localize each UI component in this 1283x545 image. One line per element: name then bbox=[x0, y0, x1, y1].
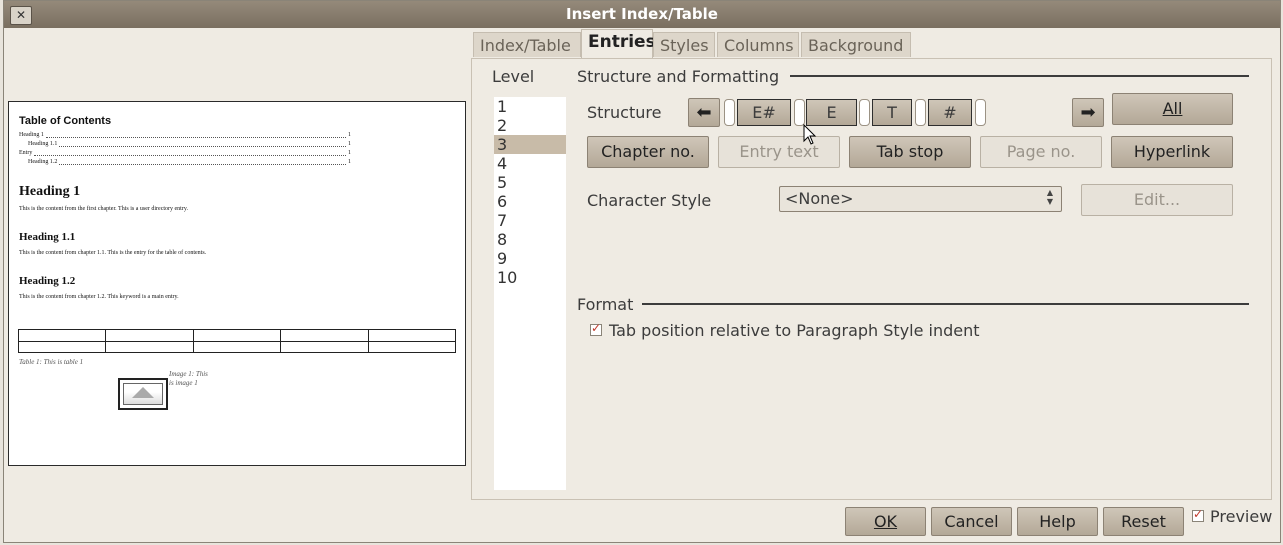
tab-stop-button[interactable]: Tab stop bbox=[849, 136, 971, 168]
structure-gap-field[interactable] bbox=[724, 99, 735, 126]
entry-text-button[interactable]: Entry text bbox=[718, 136, 840, 168]
cancel-button[interactable]: Cancel bbox=[931, 507, 1012, 536]
level-item[interactable]: 8 bbox=[494, 230, 566, 249]
structure-gap-field[interactable] bbox=[859, 99, 870, 126]
preview-para-1-2: This is the content from chapter 1.2. Th… bbox=[19, 294, 179, 300]
character-style-value: <None> bbox=[785, 189, 854, 208]
preview-heading-1-1: Heading 1.1 bbox=[19, 231, 76, 243]
preview-table bbox=[17, 329, 457, 353]
tab-index-table[interactable]: Index/Table bbox=[473, 32, 581, 57]
all-button[interactable]: All bbox=[1112, 93, 1233, 125]
tab-background[interactable]: Background bbox=[801, 32, 911, 57]
tab-position-checkbox[interactable] bbox=[590, 321, 602, 336]
preview-image-caption: Image 1: This is image 1 bbox=[169, 370, 208, 387]
preview-para-1-1: This is the content from chapter 1.1. Th… bbox=[19, 250, 207, 256]
level-item[interactable]: 5 bbox=[494, 173, 566, 192]
titlebar: ✕ Insert Index/Table bbox=[4, 1, 1280, 28]
structure-section-title: Structure and Formatting bbox=[577, 67, 780, 86]
mouse-cursor-icon bbox=[803, 124, 817, 145]
entry-chip-tab[interactable]: T bbox=[872, 99, 912, 126]
level-item[interactable]: 7 bbox=[494, 211, 566, 230]
structure-gap-field[interactable] bbox=[975, 99, 986, 126]
preview-checkbox[interactable] bbox=[1192, 507, 1204, 522]
preview-toc-title: Table of Contents bbox=[19, 115, 112, 127]
ok-button[interactable]: OK bbox=[845, 507, 926, 536]
structure-divider bbox=[790, 75, 1249, 77]
structure-gap-field[interactable] bbox=[915, 99, 926, 126]
level-item[interactable]: 6 bbox=[494, 192, 566, 211]
format-divider bbox=[642, 303, 1249, 305]
preview-heading-1-2: Heading 1.2 bbox=[19, 275, 76, 287]
character-style-label: Character Style bbox=[587, 191, 712, 210]
page-no-button[interactable]: Page no. bbox=[980, 136, 1102, 168]
chapter-no-button[interactable]: Chapter no. bbox=[587, 136, 709, 168]
entry-chip-chapter-number[interactable]: E# bbox=[737, 99, 791, 126]
level-item[interactable]: 9 bbox=[494, 249, 566, 268]
entry-chip-entry[interactable]: E bbox=[806, 99, 857, 126]
toc-entry: Heading 1.2 1 bbox=[28, 159, 351, 165]
arrow-left-icon[interactable]: ⬅ bbox=[688, 98, 720, 127]
level-list[interactable]: 1 2 3 4 5 6 7 8 9 10 bbox=[494, 97, 566, 490]
preview-toc-list: Heading 11 Heading 1.1 1 Entry 1 Heading 1… bbox=[19, 131, 351, 167]
tab-entries[interactable]: Entries bbox=[581, 29, 656, 58]
toc-entry: Heading 11 bbox=[19, 132, 351, 138]
level-label: Level bbox=[492, 67, 535, 86]
format-section-title: Format bbox=[577, 295, 634, 314]
tab-styles[interactable]: Styles bbox=[653, 32, 715, 57]
preview-table-caption: Table 1: This is table 1 bbox=[19, 358, 84, 366]
toc-entry: Heading 1.1 1 bbox=[28, 141, 351, 147]
structure-label: Structure bbox=[587, 103, 662, 122]
level-item-selected[interactable]: 3 bbox=[494, 135, 566, 154]
hyperlink-button[interactable]: Hyperlink bbox=[1111, 136, 1233, 168]
help-button[interactable]: Help bbox=[1017, 507, 1098, 536]
preview-heading-1: Heading 1 bbox=[19, 184, 81, 199]
level-item[interactable]: 2 bbox=[494, 116, 566, 135]
preview-image-icon bbox=[118, 378, 168, 410]
level-item[interactable]: 1 bbox=[494, 97, 566, 116]
tab-position-label: Tab position relative to Paragraph Style… bbox=[609, 321, 980, 340]
reset-button[interactable]: Reset bbox=[1103, 507, 1184, 536]
entry-chip-page-number[interactable]: # bbox=[928, 99, 972, 126]
arrow-right-icon[interactable]: ➡ bbox=[1072, 98, 1104, 127]
window-title: Insert Index/Table bbox=[566, 5, 718, 23]
structure-gap-field[interactable] bbox=[794, 99, 805, 126]
toc-entry: Entry 1 bbox=[19, 150, 351, 156]
spin-arrows-icon: ▲ ▼ bbox=[1046, 188, 1053, 206]
edit-style-button[interactable]: Edit... bbox=[1081, 184, 1233, 216]
preview-para-1: This is the content from the first chapt… bbox=[19, 206, 188, 212]
document-preview: Table of Contents Heading 11 Heading 1.1… bbox=[8, 101, 466, 466]
preview-label: Preview bbox=[1210, 507, 1273, 526]
tab-columns[interactable]: Columns bbox=[717, 32, 799, 57]
character-style-select[interactable]: <None> ▲ ▼ bbox=[779, 186, 1062, 212]
level-item[interactable]: 4 bbox=[494, 154, 566, 173]
level-item[interactable]: 10 bbox=[494, 268, 566, 287]
